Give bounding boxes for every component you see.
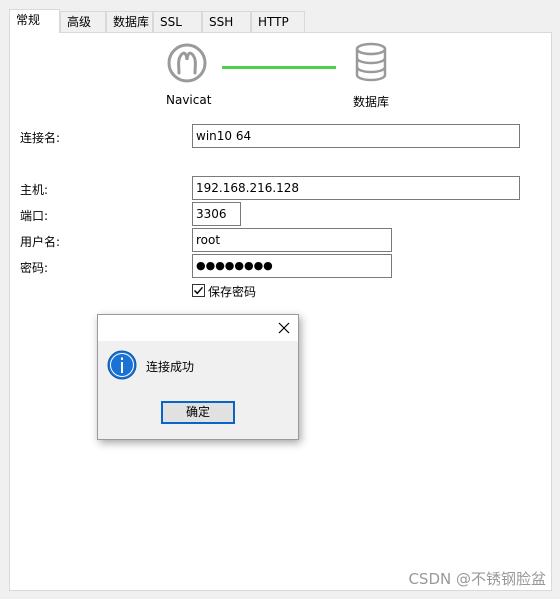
- info-icon: [107, 350, 137, 380]
- connection-name-label: 连接名:: [20, 131, 61, 145]
- username-label: 用户名:: [20, 235, 61, 249]
- database-icon: [355, 42, 387, 82]
- save-password-label: 保存密码: [208, 285, 257, 299]
- tab-ssl[interactable]: SSL: [153, 11, 202, 32]
- checkmark-icon: [194, 286, 204, 295]
- close-icon[interactable]: [276, 320, 292, 336]
- navicat-icon: [167, 43, 207, 83]
- tab-advanced[interactable]: 高级: [60, 11, 106, 32]
- password-input[interactable]: ●●●●●●●●: [192, 254, 392, 278]
- host-label: 主机:: [20, 183, 49, 197]
- tab-general[interactable]: 常规: [9, 9, 60, 33]
- navicat-label: Navicat: [166, 93, 212, 107]
- ok-button[interactable]: 确定: [161, 401, 235, 424]
- database-label: 数据库: [353, 95, 390, 109]
- watermark: CSDN @不锈钢脸盆: [408, 570, 546, 588]
- dialog-titlebar: [98, 315, 298, 341]
- port-input[interactable]: [192, 202, 241, 226]
- host-input[interactable]: [192, 176, 520, 200]
- tab-ssh[interactable]: SSH: [202, 11, 251, 32]
- save-password-checkbox[interactable]: [192, 284, 205, 297]
- username-input[interactable]: [192, 228, 392, 252]
- tab-http[interactable]: HTTP: [251, 11, 305, 32]
- password-label: 密码:: [20, 261, 49, 275]
- dialog-message: 连接成功: [146, 360, 195, 374]
- tab-databases[interactable]: 数据库: [106, 11, 153, 32]
- general-panel: [9, 32, 552, 591]
- port-label: 端口:: [20, 209, 49, 223]
- connection-success-dialog: 连接成功 确定: [97, 314, 299, 440]
- connection-name-input[interactable]: [192, 124, 520, 148]
- connection-line: [222, 66, 336, 69]
